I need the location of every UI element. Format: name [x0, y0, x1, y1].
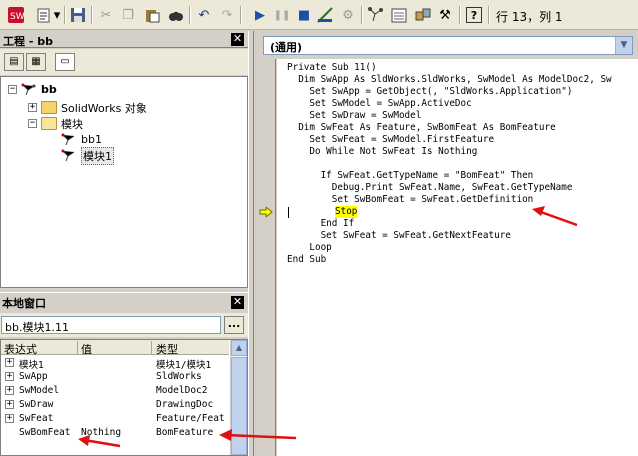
annotation-arrow: [219, 429, 297, 441]
annotation-layer: [78, 206, 578, 448]
annotation-arrow: [78, 435, 121, 448]
annotation-arrow: [532, 206, 578, 227]
